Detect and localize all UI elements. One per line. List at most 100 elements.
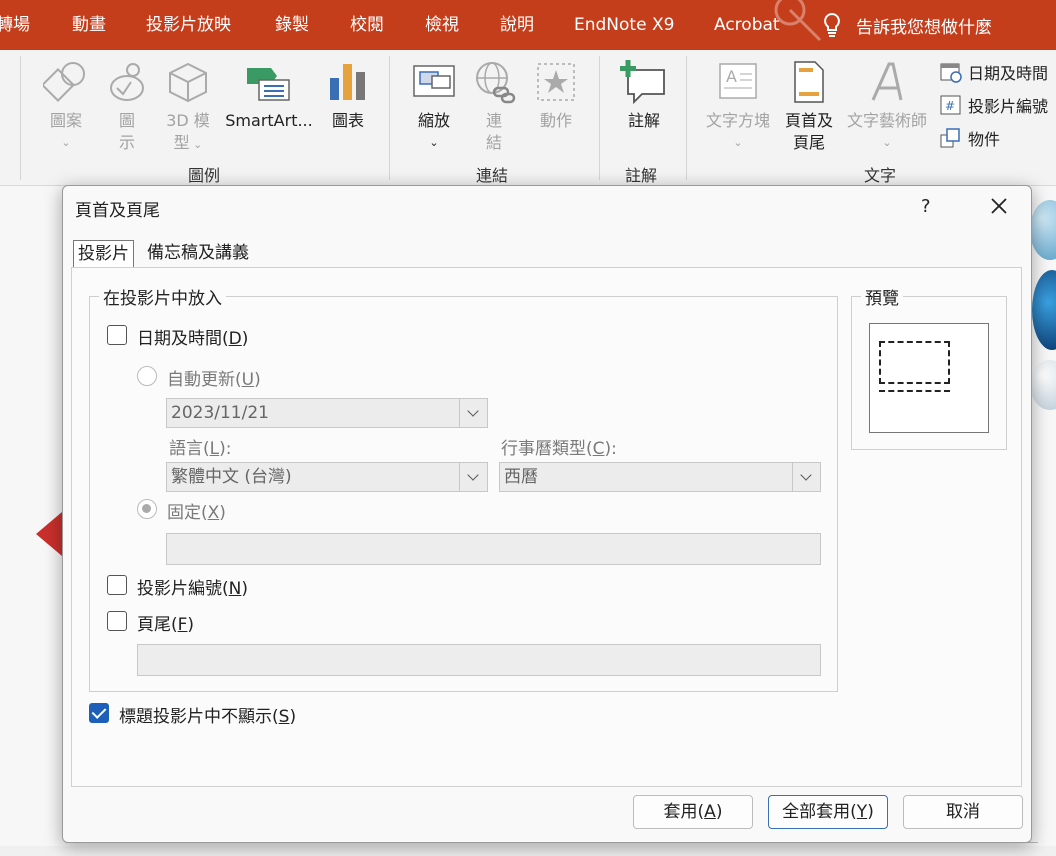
shapes-button[interactable]: 圖案 ⌄ (38, 60, 94, 154)
textbox-label: 文字方塊 (705, 111, 770, 130)
menu-tab-animations[interactable]: 動畫 (72, 0, 106, 50)
language-value: 繁體中文 (台灣) (171, 467, 292, 487)
tell-me-search[interactable]: 告訴我您想做什麼 (822, 0, 992, 50)
preview-footer-placeholder (879, 382, 950, 392)
lightbulb-icon (824, 12, 840, 37)
chevron-down-icon: ⌄ (733, 136, 743, 149)
date-format-value: 2023/11/21 (171, 403, 269, 423)
chart-label: 圖表 (331, 111, 364, 130)
menu-tab-transitions[interactable]: 轉場 (0, 0, 30, 50)
date-time-checkbox-label: 日期及時間(D) (137, 329, 249, 349)
zoom-icon (413, 65, 455, 97)
calendar-type-dropdown[interactable]: 西曆 (499, 462, 821, 492)
menu-tab-acrobat[interactable]: Acrobat (714, 0, 780, 50)
ribbon-separator (20, 56, 21, 180)
chevron-down-icon (459, 463, 487, 491)
footer-checkbox[interactable] (107, 611, 127, 631)
header-footer-label-2: 頁尾 (792, 133, 825, 152)
menu-tab-record[interactable]: 錄製 (275, 0, 309, 50)
fixed-date-input[interactable] (166, 533, 821, 565)
slide-red-shape (36, 512, 62, 556)
menu-tab-slideshow[interactable]: 投影片放映 (146, 0, 231, 50)
menu-tab-help[interactable]: 說明 (500, 0, 534, 50)
shapes-icon (43, 62, 85, 102)
zoom-label: 縮放 (417, 111, 450, 130)
smartart-icon (247, 68, 290, 101)
auto-update-label: 自動更新(U) (167, 370, 261, 390)
menu-bar: 轉場 動畫 投影片放映 錄製 校閱 檢視 說明 EndNote X9 Acrob… (0, 0, 1056, 50)
apply-all-button[interactable]: 全部套用(Y) (768, 795, 888, 829)
links-group-label: 連結 (476, 166, 509, 185)
language-label: 語言(L): (169, 439, 232, 459)
dont-show-on-title-checkbox[interactable] (89, 703, 109, 723)
svg-text:#: # (945, 99, 955, 113)
menu-tab-review[interactable]: 校閱 (350, 0, 384, 50)
slide-number-button[interactable]: # 投影片編號 (940, 93, 1048, 117)
smartart-label: SmartArt... (225, 111, 313, 130)
menu-tab-view[interactable]: 檢視 (425, 0, 459, 50)
wordart-button[interactable]: 文字藝術師 ⌄ (840, 60, 934, 154)
calendar-type-value: 西曆 (504, 467, 538, 487)
cancel-button[interactable]: 取消 (903, 795, 1023, 829)
link-label-2: 結 (485, 133, 502, 152)
close-icon[interactable] (987, 194, 1011, 218)
language-dropdown[interactable]: 繁體中文 (台灣) (166, 462, 488, 492)
date-time-checkbox[interactable] (107, 325, 127, 345)
ribbon: 圖案 ⌄ 圖 示 3D 模 型 ⌄ SmartArt... 圖表 圖例 縮放 ⌄… (0, 50, 1056, 186)
tab-slide[interactable]: 投影片 (73, 240, 134, 268)
action-button[interactable]: 動作 (532, 60, 580, 132)
smartart-button[interactable]: SmartArt... (222, 60, 316, 132)
link-button[interactable]: 連 結 (470, 60, 518, 154)
3d-models-button[interactable]: 3D 模 型 ⌄ (160, 60, 216, 156)
ribbon-separator (389, 56, 390, 180)
chevron-down-icon: ⌄ (882, 136, 892, 149)
3d-models-label-1: 3D 模 (166, 111, 210, 130)
cube-icon (169, 62, 207, 103)
wordart-icon (871, 62, 903, 101)
textbox-button[interactable]: A 文字方塊 ⌄ (700, 60, 776, 154)
star-action-icon (537, 63, 575, 101)
icons-label-1: 圖 (118, 111, 135, 130)
chevron-down-icon: ⌄ (61, 136, 71, 149)
fixed-label: 固定(X) (167, 503, 226, 523)
icons-icon (110, 63, 144, 101)
wordart-label: 文字藝術師 (846, 111, 927, 130)
menu-tab-endnote[interactable]: EndNote X9 (574, 0, 674, 50)
fixed-radio[interactable] (137, 499, 157, 519)
footer-text-input[interactable] (137, 644, 821, 676)
illustrations-group-label: 圖例 (188, 166, 221, 185)
date-time-button[interactable]: 日期及時間 (940, 60, 1048, 84)
slide-number-checkbox[interactable] (107, 575, 127, 595)
auto-update-radio[interactable] (137, 366, 157, 386)
textbox-icon: A (719, 63, 757, 99)
chart-button[interactable]: 圖表 (326, 60, 370, 132)
preview-legend: 預覽 (861, 284, 903, 309)
chevron-down-icon: ⌄ (429, 136, 439, 149)
icons-button[interactable]: 圖 示 (104, 60, 150, 154)
chevron-down-icon (459, 399, 487, 427)
add-comment-icon (620, 60, 665, 104)
preview-placeholder (879, 341, 950, 384)
dont-show-on-title-label: 標題投影片中不顯示(S) (119, 707, 297, 727)
calendar-type-label: 行事曆類型(C): (501, 439, 617, 459)
svg-text:A: A (726, 67, 737, 86)
object-button[interactable]: 物件 (940, 126, 1000, 150)
object-icon (940, 128, 960, 148)
ribbon-separator (686, 56, 687, 180)
comment-button[interactable]: 註解 (618, 60, 670, 132)
apply-button[interactable]: 套用(A) (633, 795, 753, 829)
include-on-slide-group (89, 296, 838, 692)
action-label: 動作 (539, 111, 572, 130)
help-button[interactable]: ? (921, 196, 931, 217)
header-footer-button[interactable]: 頁首及 頁尾 (780, 60, 838, 154)
ribbon-separator (599, 56, 600, 180)
chevron-down-icon: ⌄ (189, 138, 203, 151)
date-format-dropdown[interactable]: 2023/11/21 (166, 398, 488, 428)
3d-models-label-2: 型 (173, 133, 190, 152)
slide-number-checkbox-label: 投影片編號(N) (137, 579, 248, 599)
footer-checkbox-label: 頁尾(F) (137, 615, 195, 635)
tab-notes-handouts[interactable]: 備忘稿及講義 (143, 240, 253, 268)
bar-chart-icon (330, 64, 365, 100)
link-globe-icon (476, 62, 516, 104)
zoom-button[interactable]: 縮放 ⌄ (408, 60, 460, 154)
